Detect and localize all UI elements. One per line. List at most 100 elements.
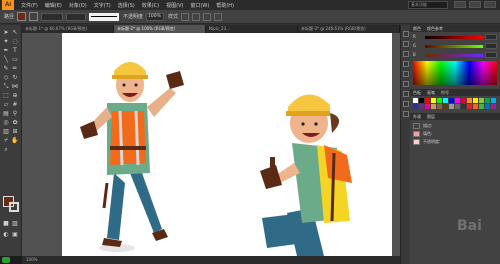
swatch[interactable] (473, 104, 478, 109)
opacity-field[interactable]: 100% (146, 12, 165, 21)
swatch[interactable] (443, 104, 448, 109)
swatch[interactable] (491, 98, 496, 103)
green-value[interactable] (485, 43, 497, 49)
magic-wand-icon[interactable]: ✦ (2, 38, 10, 45)
swatch[interactable] (461, 104, 466, 109)
tab-color-guide[interactable]: 颜色参考 (427, 25, 443, 32)
transparency-panel-icon[interactable] (403, 91, 409, 97)
artboard-icon[interactable]: ⊞ (11, 128, 19, 135)
width-icon[interactable]: ⋈ (11, 83, 19, 90)
menu-effect[interactable]: 效果(C) (142, 2, 159, 9)
appearance-stroke-row[interactable]: 描边: (413, 122, 497, 130)
hand-icon[interactable]: ✋ (11, 137, 19, 144)
swatch[interactable] (485, 98, 490, 103)
swatch[interactable] (479, 104, 484, 109)
swatch[interactable] (455, 98, 460, 103)
perspective-icon[interactable]: ▱ (2, 101, 10, 108)
rotate-icon[interactable]: ↻ (11, 74, 19, 81)
pencil-icon[interactable]: ✏ (11, 65, 19, 72)
tab-symbols[interactable]: 符号 (441, 89, 449, 96)
menu-window[interactable]: 窗口(W) (190, 2, 209, 9)
eyedropper-icon[interactable]: ⚲ (11, 110, 19, 117)
stroke-panel-icon[interactable] (403, 71, 409, 77)
slice-icon[interactable]: ⌿ (2, 137, 10, 144)
type-icon[interactable]: T (11, 47, 19, 54)
tab-brushes[interactable]: 画笔 (427, 89, 435, 96)
swatch[interactable] (437, 98, 442, 103)
brush-definition[interactable] (89, 12, 120, 21)
red-track[interactable] (425, 36, 483, 39)
lasso-icon[interactable]: ◌ (11, 38, 19, 45)
blend-icon[interactable]: ◎ (2, 119, 10, 126)
red-value[interactable] (485, 34, 497, 40)
slider-red[interactable]: R (413, 34, 497, 41)
workspace-switcher[interactable]: 基本功能 (408, 1, 448, 9)
selection-tool-icon[interactable]: ➤ (2, 29, 10, 36)
fill-swatch[interactable] (413, 131, 420, 137)
symbols-panel-icon[interactable] (403, 61, 409, 67)
menu-help[interactable]: 帮助(H) (216, 2, 234, 9)
slider-blue[interactable]: B (413, 52, 497, 59)
tab-color[interactable]: 颜色 (413, 25, 421, 32)
gradient-mode-icon[interactable]: ▨ (11, 220, 19, 227)
screen-mode-icon[interactable]: ▣ (11, 231, 19, 238)
pen-icon[interactable]: ✒ (2, 47, 10, 54)
tab-swatches[interactable]: 色板 (413, 89, 421, 96)
isolate-icon[interactable] (214, 12, 223, 21)
stroke-weight-field[interactable] (41, 12, 64, 21)
appearance-opacity-row[interactable]: 不透明度: (413, 138, 497, 146)
draw-mode-icon[interactable]: ◐ (2, 231, 10, 238)
swatch[interactable] (449, 104, 454, 109)
swatch[interactable] (467, 104, 472, 109)
mesh-icon[interactable]: # (11, 101, 19, 108)
blue-track[interactable] (425, 54, 483, 57)
swatch[interactable] (419, 98, 424, 103)
swatch[interactable] (425, 104, 430, 109)
menu-file[interactable]: 文件(F) (21, 2, 38, 9)
symbol-icon[interactable]: ✿ (11, 119, 19, 126)
shape-builder-icon[interactable]: ⊕ (11, 92, 19, 99)
swatch[interactable] (467, 98, 472, 103)
menu-type[interactable]: 文字(T) (94, 2, 111, 9)
swatch[interactable] (455, 104, 460, 109)
scale-icon[interactable]: ⤡ (2, 83, 10, 90)
stroke-swatch[interactable] (413, 123, 420, 129)
color-panel-icon[interactable] (403, 31, 409, 37)
swatch[interactable] (449, 98, 454, 103)
opacity-swatch[interactable] (413, 139, 420, 145)
direct-selection-icon[interactable]: ↖ (11, 29, 19, 36)
swatch[interactable] (425, 98, 430, 103)
swatch[interactable] (413, 104, 418, 109)
blue-value[interactable] (485, 52, 497, 58)
green-track[interactable] (425, 45, 483, 48)
swatch[interactable] (431, 98, 436, 103)
swatch[interactable] (419, 104, 424, 109)
transform-icon[interactable] (203, 12, 212, 21)
swatch[interactable] (485, 104, 490, 109)
swatch[interactable] (479, 98, 484, 103)
stroke-color-box[interactable] (9, 202, 19, 212)
swatches-panel-icon[interactable] (403, 41, 409, 47)
swatch[interactable] (443, 98, 448, 103)
worker-figure-right[interactable] (260, 94, 352, 256)
swatch[interactable] (437, 104, 442, 109)
color-mode-icon[interactable]: ■ (2, 220, 10, 227)
swatch[interactable] (491, 104, 496, 109)
swatch[interactable] (461, 98, 466, 103)
menu-object[interactable]: 对象(O) (69, 2, 87, 9)
tab-layers[interactable]: 图层 (427, 113, 435, 120)
stroke-color-swatch[interactable] (29, 12, 39, 21)
menu-select[interactable]: 选择(S) (118, 2, 135, 9)
gradient-panel-icon[interactable] (403, 81, 409, 87)
slider-green[interactable]: G (413, 43, 497, 50)
tab-appearance[interactable]: 外观 (413, 113, 421, 120)
brushes-panel-icon[interactable] (403, 51, 409, 57)
graphic-style-icon[interactable] (181, 12, 190, 21)
graph-icon[interactable]: ▥ (2, 128, 10, 135)
eraser-icon[interactable]: ◇ (2, 74, 10, 81)
zoom-icon[interactable]: ⌕ (2, 146, 10, 153)
gradient-icon[interactable]: ▤ (2, 110, 10, 117)
artboard[interactable] (62, 33, 392, 256)
tab-document-4[interactable]: 未标题-3* @ 246.61% (RGB/预览) (298, 25, 400, 33)
appearance-panel-icon[interactable] (403, 101, 409, 107)
